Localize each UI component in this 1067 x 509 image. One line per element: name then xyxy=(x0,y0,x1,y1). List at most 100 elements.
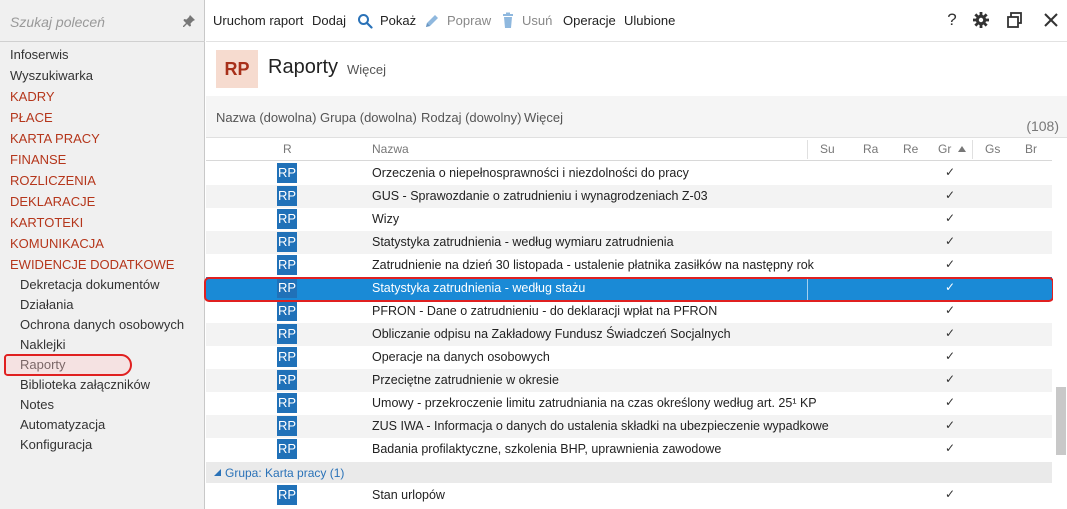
table-row[interactable]: RP Zatrudnienie na dzień 30 listopada - … xyxy=(206,254,1052,277)
filter-kind[interactable]: Rodzaj (dowolny) xyxy=(421,110,521,125)
column-header-gr[interactable]: Gr xyxy=(938,142,951,156)
sidebar-item-rozliczenia[interactable]: ROZLICZENIA xyxy=(0,170,205,191)
report-type-icon: RP xyxy=(277,232,297,252)
check-icon: ✓ xyxy=(945,372,956,386)
edit-button[interactable]: Popraw xyxy=(447,12,491,30)
table-row[interactable]: RP Wizy ✓ xyxy=(206,208,1052,231)
check-icon: ✓ xyxy=(945,188,956,202)
favorites-button[interactable]: Ulubione xyxy=(624,12,675,30)
report-name: GUS - Sprawozdanie o zatrudnieniu i wyna… xyxy=(372,189,708,203)
table-row[interactable]: RP Operacje na danych osobowych ✓ xyxy=(206,346,1052,369)
sidebar-subitem-biblioteka[interactable]: Biblioteka załączników xyxy=(0,375,205,395)
filter-more[interactable]: Więcej xyxy=(524,110,563,125)
column-header-gs[interactable]: Gs xyxy=(985,142,1000,156)
report-type-icon: RP xyxy=(277,186,297,206)
sidebar-subitem-dzialania[interactable]: Działania xyxy=(0,295,205,315)
sidebar-subitem-konfiguracja[interactable]: Konfiguracja xyxy=(0,435,205,455)
restore-window-icon[interactable] xyxy=(1006,11,1024,29)
sidebar-subitem-raporty[interactable]: Raporty xyxy=(0,355,205,375)
sidebar: Infoserwis Wyszukiwarka KADRY PŁACE KART… xyxy=(0,0,205,509)
check-icon: ✓ xyxy=(945,165,956,179)
toolbar: Uruchom raport Dodaj Pokaż Popraw Usuń O… xyxy=(206,0,1067,42)
group-label: Grupa: Karta pracy (1) xyxy=(225,466,345,480)
grid-header: R Nazwa Su Ra Re Gr Gs Br xyxy=(206,138,1052,161)
report-type-icon: RP xyxy=(277,209,297,229)
table-row[interactable]: RP Umowy - przekroczenie limitu zatrudni… xyxy=(206,392,1052,415)
table-row[interactable]: RP Stan urlopów ✓ xyxy=(206,484,1052,507)
sidebar-subitem-naklejki[interactable]: Naklejki xyxy=(0,335,205,355)
sidebar-item-wyszukiwarka[interactable]: Wyszukiwarka xyxy=(0,65,205,86)
sidebar-item-ewidencje-dodatkowe[interactable]: EWIDENCJE DODATKOWE xyxy=(0,254,205,275)
filter-name[interactable]: Nazwa (dowolna) xyxy=(216,110,316,125)
show-button[interactable]: Pokaż xyxy=(380,12,416,30)
report-type-icon: RP xyxy=(277,485,297,505)
command-search xyxy=(0,0,205,42)
report-type-icon: RP xyxy=(277,370,297,390)
sidebar-item-place[interactable]: PŁACE xyxy=(0,107,205,128)
page-header: RP Raporty Więcej xyxy=(206,42,1067,96)
filter-group[interactable]: Grupa (dowolna) xyxy=(320,110,417,125)
report-name: Statystyka zatrudnienia - według stażu xyxy=(372,281,586,295)
table-row[interactable]: RP PFRON - Dane o zatrudnieniu - do dekl… xyxy=(206,300,1052,323)
report-name: Wizy xyxy=(372,212,400,226)
module-badge: RP xyxy=(216,50,258,88)
scrollbar-thumb[interactable] xyxy=(1056,387,1066,455)
report-name: ZUS IWA - Informacja o danych do ustalen… xyxy=(372,419,829,433)
run-report-button[interactable]: Uruchom raport xyxy=(213,12,303,30)
report-type-icon: RP xyxy=(277,393,297,413)
vertical-scrollbar[interactable] xyxy=(1053,138,1067,509)
column-header-re[interactable]: Re xyxy=(903,142,918,156)
sidebar-subitem-dekretacja[interactable]: Dekretacja dokumentów xyxy=(0,275,205,295)
sidebar-item-infoserwis[interactable]: Infoserwis xyxy=(0,44,205,65)
report-name: PFRON - Dane o zatrudnieniu - do deklara… xyxy=(372,304,718,318)
trash-icon xyxy=(503,12,513,28)
column-header-r[interactable]: R xyxy=(283,142,292,156)
add-button[interactable]: Dodaj xyxy=(312,12,346,30)
report-type-icon: RP xyxy=(277,278,297,298)
check-icon: ✓ xyxy=(945,487,956,501)
pin-icon[interactable] xyxy=(182,14,196,28)
table-row[interactable]: RP GUS - Sprawozdanie o zatrudnieniu i w… xyxy=(206,185,1052,208)
report-type-icon: RP xyxy=(277,439,297,459)
sidebar-subitem-automatyzacja[interactable]: Automatyzacja xyxy=(0,415,205,435)
close-icon[interactable] xyxy=(1042,11,1060,29)
sidebar-item-kartoteki[interactable]: KARTOTEKI xyxy=(0,212,205,233)
header-more-link[interactable]: Więcej xyxy=(347,62,386,77)
collapse-triangle-icon[interactable] xyxy=(214,469,222,477)
column-header-br[interactable]: Br xyxy=(1025,142,1037,156)
check-icon: ✓ xyxy=(945,349,956,363)
table-row[interactable]: RP Statystyka zatrudnienia - według wymi… xyxy=(206,231,1052,254)
sidebar-item-karta-pracy[interactable]: KARTA PRACY xyxy=(0,128,205,149)
table-row[interactable]: RP Obliczanie odpisu na Zakładowy Fundus… xyxy=(206,323,1052,346)
operations-button[interactable]: Operacje xyxy=(563,12,616,30)
check-icon: ✓ xyxy=(945,280,956,294)
check-icon: ✓ xyxy=(945,257,956,271)
table-row-selected[interactable]: RP Statystyka zatrudnienia - według staż… xyxy=(206,277,1052,300)
help-icon[interactable]: ? xyxy=(943,11,961,29)
sidebar-subitem-notes[interactable]: Notes xyxy=(0,395,205,415)
group-header-row[interactable]: Grupa: Karta pracy (1) xyxy=(206,462,1052,483)
delete-button[interactable]: Usuń xyxy=(522,12,552,30)
sidebar-item-kadry[interactable]: KADRY xyxy=(0,86,205,107)
sidebar-subitem-ochrona-danych[interactable]: Ochrona danych osobowych xyxy=(0,315,205,335)
table-row[interactable]: RP Orzeczenia o niepełnosprawności i nie… xyxy=(206,162,1052,185)
report-name: Badania profilaktyczne, szkolenia BHP, u… xyxy=(372,442,722,456)
column-header-su[interactable]: Su xyxy=(820,142,835,156)
column-header-name[interactable]: Nazwa xyxy=(372,142,409,156)
edit-icon xyxy=(426,15,438,27)
report-type-icon: RP xyxy=(277,163,297,183)
sidebar-item-komunikacja[interactable]: KOMUNIKACJA xyxy=(0,233,205,254)
column-header-ra[interactable]: Ra xyxy=(863,142,878,156)
sidebar-item-finanse[interactable]: FINANSE xyxy=(0,149,205,170)
table-row[interactable]: RP ZUS IWA - Informacja o danych do usta… xyxy=(206,415,1052,438)
command-search-input[interactable] xyxy=(10,12,175,32)
sidebar-item-deklaracje[interactable]: DEKLARACJE xyxy=(0,191,205,212)
check-icon: ✓ xyxy=(945,395,956,409)
report-type-icon: RP xyxy=(277,324,297,344)
report-name: Przeciętne zatrudnienie w okresie xyxy=(372,373,559,387)
report-type-icon: RP xyxy=(277,301,297,321)
table-row[interactable]: RP Przeciętne zatrudnienie w okresie ✓ xyxy=(206,369,1052,392)
report-name: Obliczanie odpisu na Zakładowy Fundusz Ś… xyxy=(372,327,731,341)
gear-icon[interactable] xyxy=(972,11,990,29)
table-row[interactable]: RP Badania profilaktyczne, szkolenia BHP… xyxy=(206,438,1052,461)
